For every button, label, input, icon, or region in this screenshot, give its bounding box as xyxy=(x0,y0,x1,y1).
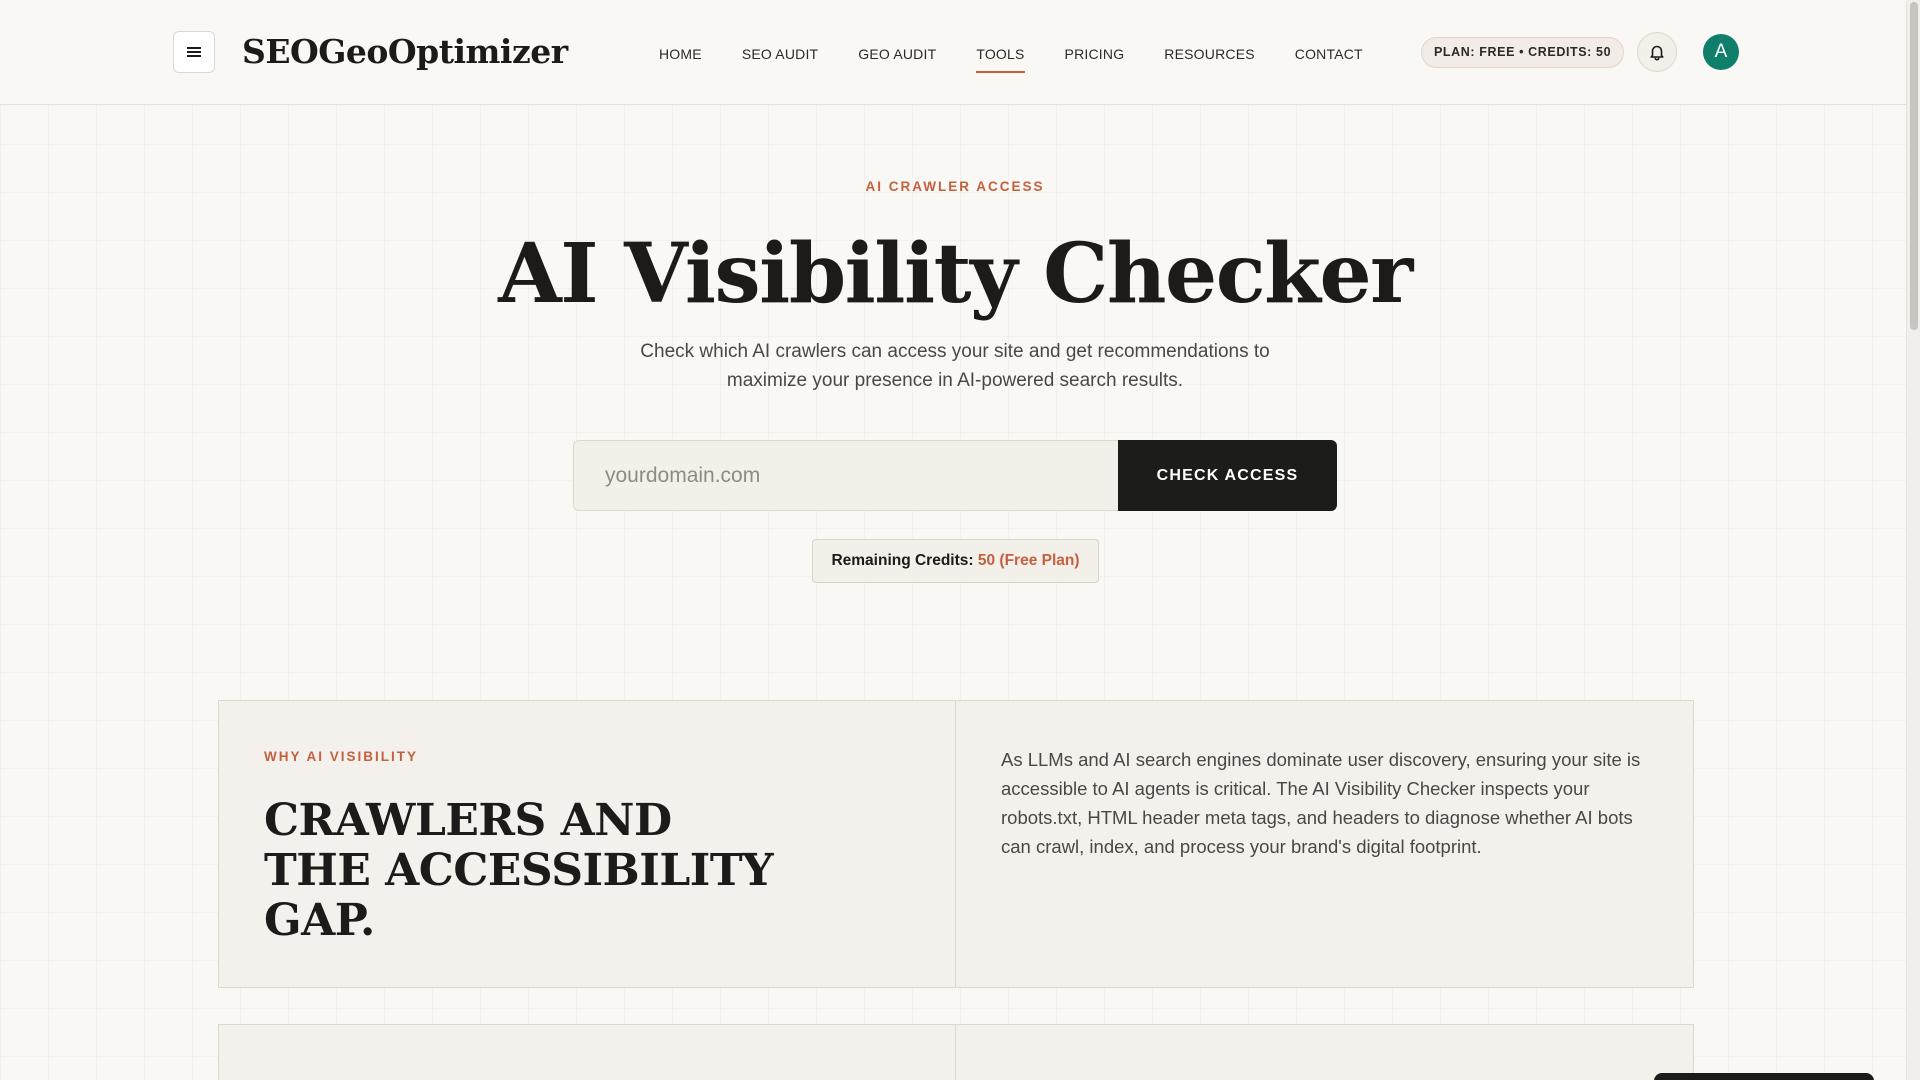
why-title: CRAWLERS AND THE ACCESSIBILITY GAP. xyxy=(264,795,774,946)
check-access-button[interactable]: CHECK ACCESS xyxy=(1118,440,1337,511)
domain-input[interactable] xyxy=(573,440,1118,511)
nav-home[interactable]: HOME xyxy=(659,36,702,72)
next-section-left-panel xyxy=(219,1025,956,1080)
nav-resources[interactable]: RESOURCES xyxy=(1164,36,1254,72)
nav-tools[interactable]: TOOLS xyxy=(976,36,1025,73)
scrollbar-thumb[interactable] xyxy=(1910,2,1918,330)
why-right-panel: As LLMs and AI search engines dominate u… xyxy=(956,701,1693,987)
nav-contact[interactable]: CONTACT xyxy=(1295,36,1363,72)
nav-seo-audit[interactable]: SEO AUDIT xyxy=(742,36,818,72)
site-header: SEOGeoOptimizer HOME SEO AUDIT GEO AUDIT… xyxy=(0,0,1906,105)
hero-subtitle: Check which AI crawlers can access your … xyxy=(640,341,1270,391)
floating-widget[interactable] xyxy=(1654,1073,1874,1080)
hero-eyebrow: AI CRAWLER ACCESS xyxy=(865,179,1045,194)
user-avatar[interactable]: A xyxy=(1703,34,1739,70)
credits-value: 50 (Free Plan) xyxy=(977,552,1080,569)
page-scrollbar[interactable] xyxy=(1906,0,1920,1080)
notifications-button[interactable] xyxy=(1637,32,1677,72)
nav-geo-audit[interactable]: GEO AUDIT xyxy=(858,36,936,72)
bell-icon xyxy=(1650,45,1664,61)
next-section-card xyxy=(218,1024,1694,1080)
credits-label: Remaining Credits: xyxy=(831,552,978,569)
main-nav: HOME SEO AUDIT GEO AUDIT TOOLS PRICING R… xyxy=(659,36,1403,73)
why-eyebrow: WHY AI VISIBILITY xyxy=(264,749,419,764)
page-title: AI Visibility Checker xyxy=(498,226,1413,322)
hamburger-icon xyxy=(187,47,201,57)
site-logo[interactable]: SEOGeoOptimizer xyxy=(242,30,568,74)
plan-credits-badge[interactable]: PLAN: FREE • CREDITS: 50 xyxy=(1421,37,1625,68)
why-left-panel: WHY AI VISIBILITY CRAWLERS AND THE ACCES… xyxy=(219,701,956,987)
menu-button[interactable] xyxy=(173,31,215,73)
why-body-text: As LLMs and AI search engines dominate u… xyxy=(1001,749,1641,857)
why-ai-visibility-card: WHY AI VISIBILITY CRAWLERS AND THE ACCES… xyxy=(218,700,1694,988)
nav-pricing[interactable]: PRICING xyxy=(1065,36,1125,72)
domain-check-form: CHECK ACCESS xyxy=(573,440,1337,511)
remaining-credits-box: Remaining Credits: 50 (Free Plan) xyxy=(812,539,1099,583)
